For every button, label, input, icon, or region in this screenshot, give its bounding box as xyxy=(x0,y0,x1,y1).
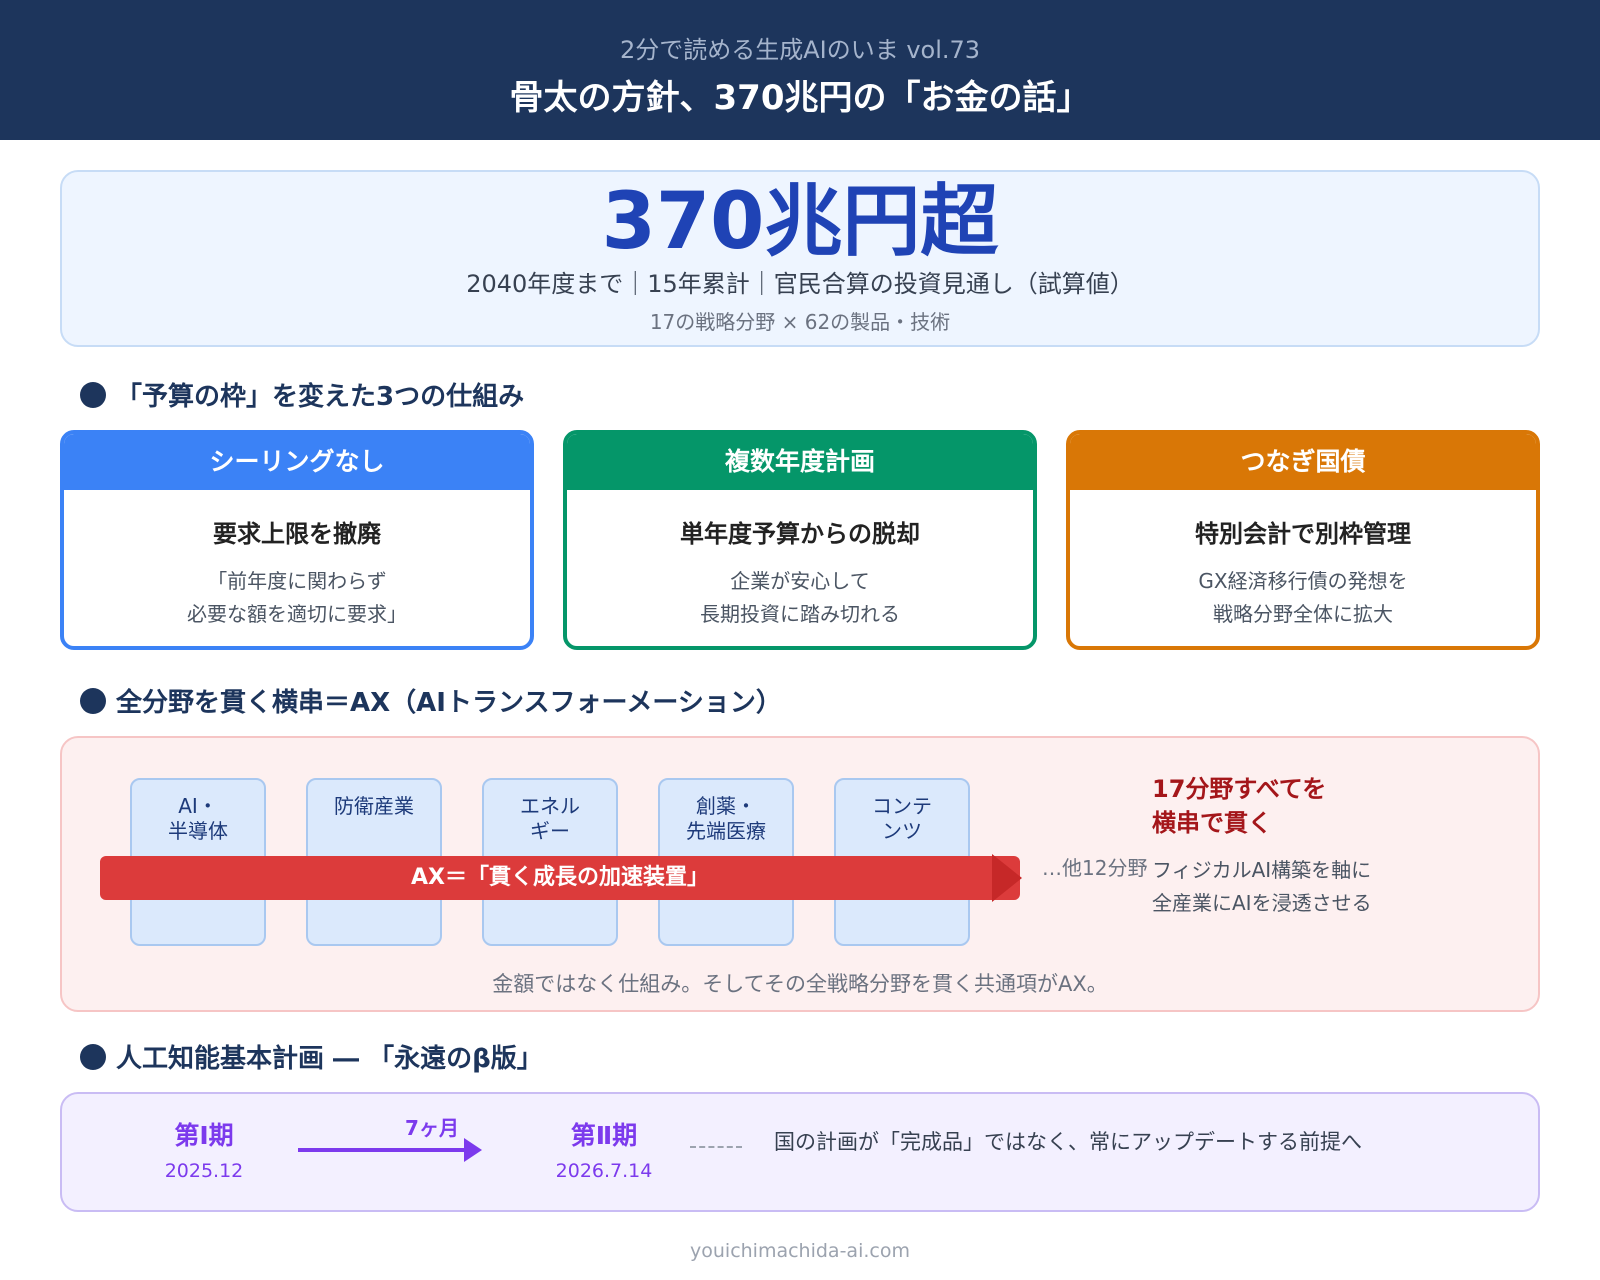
card-header: 複数年度計画 xyxy=(567,434,1033,490)
other-fields: …他12分野 xyxy=(1042,856,1148,880)
phase-date: 2025.12 xyxy=(164,1160,244,1182)
section-title-text: 全分野を貫く横串＝AX（AIトランスフォーメーション） xyxy=(116,688,782,718)
section-title-text: 人工知能基本計画 ― 「永遠のβ版」 xyxy=(116,1044,543,1074)
phase-1: 第Ⅰ期 2025.12 xyxy=(124,1116,284,1182)
ax-summary: 金額ではなく仕組み。そしてその全戦略分野を貫く共通項がAX。 xyxy=(492,972,1108,996)
plan-timeline: 第Ⅰ期 2025.12 7ヶ月 第Ⅱ期 2026.7.14 国の計画が「完成品」… xyxy=(60,1092,1540,1212)
header-subtitle: 2分で読める生成AIのいま vol.73 xyxy=(619,36,981,64)
card-ceiling: シーリングなし 要求上限を撤廃 「前年度に関わらず 必要な額を適切に要求」 xyxy=(60,430,534,650)
ax-panel: AI・ 半導体 防衛産業 エネル ギー 創薬・ 先端医療 コンテ ンツ AX＝「… xyxy=(60,736,1540,1012)
header: 2分で読める生成AIのいま vol.73 骨太の方針、370兆円の「お金の話」 xyxy=(0,0,1600,140)
header-title: 骨太の方針、370兆円の「お金の話」 xyxy=(509,78,1091,118)
card-main: 特別会計で別枠管理 xyxy=(1195,520,1411,548)
card-main: 単年度予算からの脱却 xyxy=(680,520,920,548)
hero-detail: 17の戦略分野 × 62の製品・技術 xyxy=(649,310,951,334)
section-title-ai-plan: 人工知能基本計画 ― 「永遠のβ版」 xyxy=(80,1038,543,1075)
card-header: つなぎ国債 xyxy=(1070,434,1536,490)
dashed-continuation xyxy=(690,1146,742,1148)
interval-label: 7ヶ月 xyxy=(405,1116,459,1140)
bullet-icon xyxy=(80,687,106,714)
timeline-arrow xyxy=(298,1148,468,1152)
bullet-icon xyxy=(80,381,106,408)
plan-note: 国の計画が「完成品」ではなく、常にアップデートする前提へ xyxy=(774,1130,1362,1154)
hero-description: 2040年度まで｜15年累計｜官民合算の投資見通し（試算値） xyxy=(466,270,1134,298)
bullet-icon xyxy=(80,1043,106,1070)
card-bridge-bonds: つなぎ国債 特別会計で別枠管理 GX経済移行債の発想を 戦略分野全体に拡大 xyxy=(1066,430,1540,650)
phase-label: 第Ⅱ期 xyxy=(570,1121,638,1150)
card-main: 要求上限を撤廃 xyxy=(213,520,381,548)
card-multiyear: 複数年度計画 単年度予算からの脱却 企業が安心して 長期投資に踏み切れる xyxy=(563,430,1037,650)
card-desc: 「前年度に関わらず 必要な額を適切に要求」 xyxy=(187,569,407,626)
ax-highlight: 17分野すべてを 横串で貫く xyxy=(1152,775,1327,837)
section-title-ax: 全分野を貫く横串＝AX（AIトランスフォーメーション） xyxy=(80,682,782,719)
ax-description: フィジカルAI構築を軸に 全産業にAIを浸透させる xyxy=(1152,858,1372,915)
hero-panel: 370兆円超 2040年度まで｜15年累計｜官民合算の投資見通し（試算値） 17… xyxy=(60,170,1540,347)
footer-url: youichimachida-ai.com xyxy=(690,1240,910,1262)
phase-label: 第Ⅰ期 xyxy=(174,1121,234,1150)
phase-2: 第Ⅱ期 2026.7.14 xyxy=(524,1116,684,1182)
section-title-budget: 「予算の枠」を変えた3つの仕組み xyxy=(80,376,524,413)
phase-date: 2026.7.14 xyxy=(555,1160,653,1182)
card-desc: 企業が安心して 長期投資に踏み切れる xyxy=(700,569,900,626)
section-title-text: 「予算の枠」を変えた3つの仕組み xyxy=(116,382,525,412)
arrow-head-icon xyxy=(464,1138,482,1162)
ax-arrow: AX＝「貫く成長の加速装置」 xyxy=(100,856,1020,900)
arrow-head-icon xyxy=(992,854,1022,902)
card-header: シーリングなし xyxy=(64,434,530,490)
hero-amount: 370兆円超 xyxy=(601,177,999,267)
card-desc: GX経済移行債の発想を 戦略分野全体に拡大 xyxy=(1198,569,1408,626)
